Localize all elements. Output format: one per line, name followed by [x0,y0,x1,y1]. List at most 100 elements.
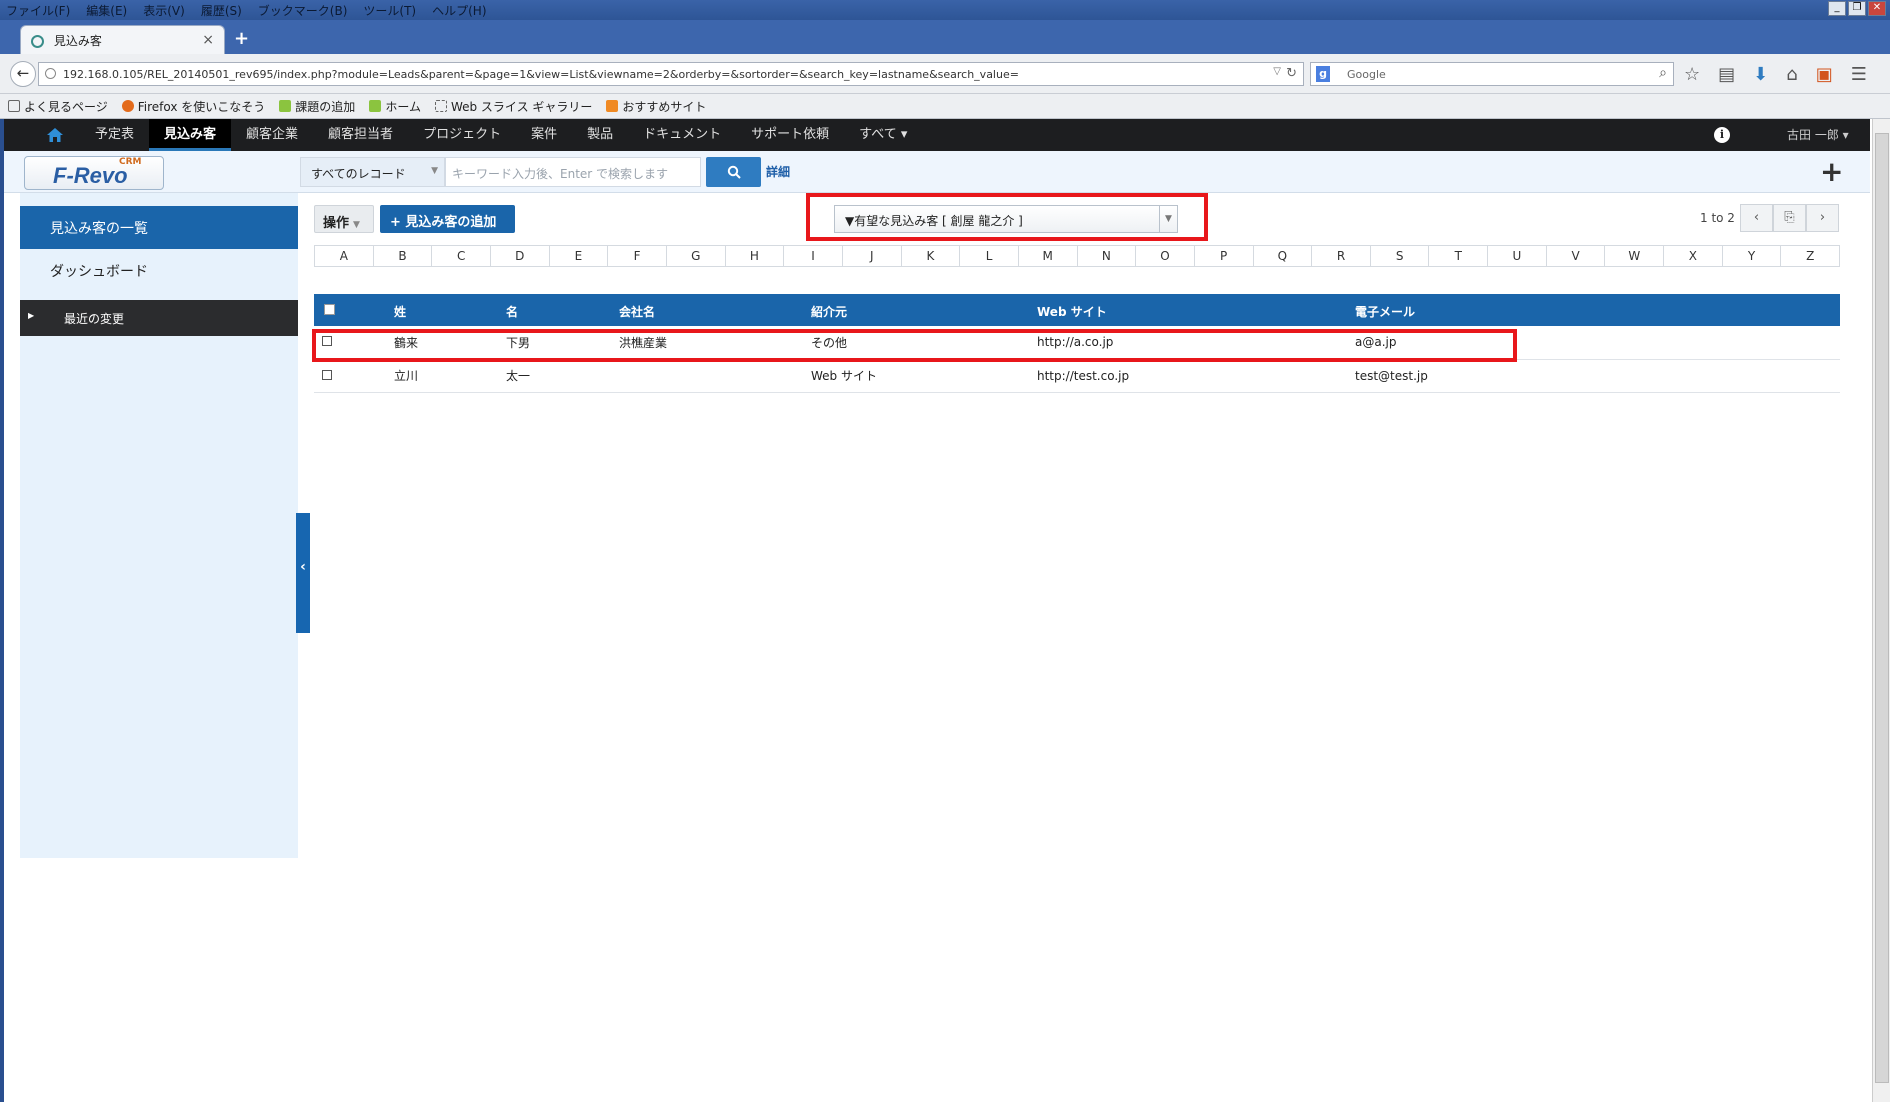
menu-history[interactable]: 履歴(S) [201,2,242,19]
sidebar-item-dashboard[interactable]: ダッシュボード [50,261,148,281]
alpha-letter[interactable]: H [726,246,785,266]
alpha-letter[interactable]: V [1547,246,1606,266]
menu-file[interactable]: ファイル(F) [6,2,70,19]
alpha-letter[interactable]: D [491,246,550,266]
browser-search-input[interactable]: g Google ⌕ [1310,62,1674,86]
app-logo[interactable]: F-Revo CRM [24,156,164,190]
new-tab-icon[interactable]: + [234,28,249,49]
nav-helpdesk[interactable]: サポート依頼 [736,119,844,151]
alpha-letter[interactable]: U [1488,246,1547,266]
alpha-letter[interactable]: G [667,246,726,266]
sidebar-collapse-handle[interactable]: ‹ [296,513,310,633]
column-header-source[interactable]: 紹介元 [811,294,1037,326]
nav-leads[interactable]: 見込み客 [149,119,232,151]
add-lead-button[interactable]: + 見込み客の追加 [380,205,515,233]
home-icon[interactable] [46,126,64,144]
bookmark-item[interactable]: 課題の追加 [279,98,355,115]
column-header-email[interactable]: 電子メール [1355,294,1840,326]
quick-create-icon[interactable]: + [1820,155,1843,188]
menu-icon[interactable]: ☰ [1851,64,1867,85]
cell-lastname[interactable]: 立川 [394,359,506,393]
alpha-letter[interactable]: J [843,246,902,266]
restore-icon[interactable]: ❐ [1848,1,1866,16]
record-type-select[interactable]: すべてのレコード ▼ [300,157,445,187]
page-jump-icon[interactable]: ⎘ [1773,204,1806,232]
alpha-letter[interactable]: T [1429,246,1489,266]
menu-bookmarks[interactable]: ブックマーク(B) [258,2,348,19]
star-icon[interactable]: ☆ [1684,64,1700,85]
nav-documents[interactable]: ドキュメント [628,119,736,151]
alpha-letter[interactable]: S [1371,246,1430,266]
alpha-letter[interactable]: I [784,246,843,266]
nav-calendar[interactable]: 予定表 [80,119,149,151]
alpha-letter[interactable]: R [1312,246,1371,266]
search-button[interactable] [706,157,761,187]
menu-view[interactable]: 表示(V) [143,2,185,19]
nav-potentials[interactable]: 案件 [516,119,572,151]
home-icon[interactable]: ⌂ [1786,64,1797,85]
url-bar[interactable]: 192.168.0.105/REL_20140501_rev695/index.… [38,62,1304,86]
scrollbar-thumb[interactable] [1875,133,1889,1083]
alpha-letter[interactable]: P [1195,246,1254,266]
nav-accounts[interactable]: 顧客企業 [231,119,313,151]
nav-projects[interactable]: プロジェクト [408,119,516,151]
back-arrow-icon[interactable]: ← [10,61,36,87]
cell-email[interactable]: test@test.jp [1355,359,1840,393]
page-scrollbar[interactable] [1872,119,1890,1102]
alpha-letter[interactable]: N [1078,246,1137,266]
alpha-letter[interactable]: A [315,246,374,266]
nav-products[interactable]: 製品 [572,119,628,151]
minimize-icon[interactable]: _ [1828,1,1846,16]
search-icon[interactable]: ⌕ [1659,65,1667,81]
menu-edit[interactable]: 編集(E) [86,2,127,19]
alpha-letter[interactable]: W [1605,246,1665,266]
download-icon[interactable]: ⬇ [1753,64,1768,85]
reading-list-icon[interactable]: ▤ [1718,64,1735,85]
column-header-company[interactable]: 会社名 [619,294,811,326]
alpha-letter[interactable]: E [550,246,609,266]
previous-page-icon[interactable]: ‹ [1740,204,1773,232]
menu-tools[interactable]: ツール(T) [363,2,416,19]
keyword-search-input[interactable]: キーワード入力後、Enter で検索します [445,157,701,187]
cell-website[interactable]: http://test.co.jp [1037,359,1355,393]
advanced-search-link[interactable]: 詳細 [766,163,790,180]
alpha-letter[interactable]: C [432,246,491,266]
bookmark-item[interactable]: Firefox を使いこなそう [121,98,265,115]
nav-contacts[interactable]: 顧客担当者 [313,119,408,151]
tab-close-icon[interactable]: × [202,32,214,48]
sidebar-recent-changes[interactable]: ▶ 最近の変更 [20,300,298,336]
alpha-letter[interactable]: Y [1723,246,1782,266]
nav-all[interactable]: すべて ▾ [844,119,922,151]
alpha-letter[interactable]: M [1019,246,1078,266]
next-page-icon[interactable]: › [1806,204,1839,232]
view-filter-select[interactable]: ▼有望な見込み客 [ 創屋 龍之介 ] ▼ [834,205,1178,233]
row-checkbox[interactable] [322,369,332,380]
alpha-letter[interactable]: F [608,246,667,266]
menu-help[interactable]: ヘルプ(H) [432,2,486,19]
url-dropdown-icon[interactable]: ▽ [1273,66,1281,77]
column-header-lastname[interactable]: 姓 [394,294,506,326]
user-menu[interactable]: 古田 一郎 ▾ [1787,119,1849,151]
bookmark-item[interactable]: ホーム [369,98,421,115]
alpha-letter[interactable]: K [902,246,961,266]
alpha-letter[interactable]: Z [1781,246,1839,266]
column-header-website[interactable]: Web サイト [1037,294,1355,326]
alpha-letter[interactable]: B [374,246,433,266]
alpha-letter[interactable]: L [960,246,1019,266]
select-all-checkbox[interactable] [324,304,335,315]
bookmark-item[interactable]: Web スライス ギャラリー [434,98,592,115]
addon-icon[interactable]: ▣ [1816,64,1833,85]
bookmark-item[interactable]: よく見るページ [8,98,108,115]
close-icon[interactable]: ✕ [1868,1,1886,16]
browser-tab[interactable]: 見込み客 × [20,25,225,54]
reload-icon[interactable]: ↻ [1286,66,1297,81]
table-row[interactable]: 立川 太一 Web サイト http://test.co.jp test@tes… [314,359,1840,393]
column-header-firstname[interactable]: 名 [506,294,619,326]
alpha-letter[interactable]: Q [1254,246,1313,266]
actions-dropdown-button[interactable]: 操作 ▼ [314,205,374,233]
bookmark-item[interactable]: おすすめサイト [606,98,706,115]
alpha-letter[interactable]: O [1136,246,1195,266]
info-icon[interactable]: i [1714,127,1730,143]
alpha-letter[interactable]: X [1664,246,1723,266]
sidebar-item-lead-list[interactable]: 見込み客の一覧 [20,206,298,249]
